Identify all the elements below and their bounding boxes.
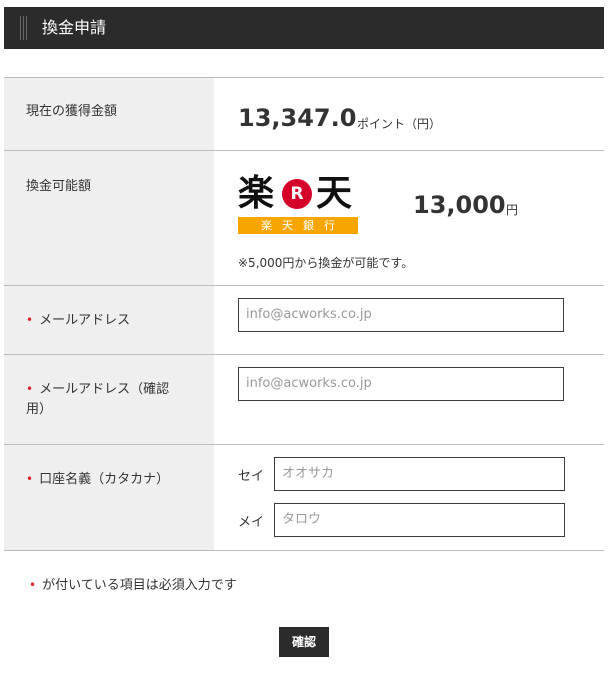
exchange-unit: 円 xyxy=(506,203,519,217)
exchange-row: 換金可能額 楽 R 天 楽天銀行 13,000 円 ※5,000円から換金が可能… xyxy=(4,151,604,286)
exchange-label-cell: 換金可能額 xyxy=(4,151,214,285)
account-name-value-cell: セイ オオサカ メイ タロウ xyxy=(214,445,604,550)
email-confirm-value-cell: info@acworks.co.jp xyxy=(214,355,604,444)
balance-label-cell: 現在の獲得金額 xyxy=(4,78,214,150)
page-title: 換金申請 xyxy=(42,18,107,37)
exchange-amount: 13,000 xyxy=(413,191,506,219)
sei-input[interactable]: オオサカ xyxy=(274,457,565,491)
exchange-value-cell: 楽 R 天 楽天銀行 13,000 円 ※5,000円から換金が可能です。 xyxy=(214,151,604,285)
balance-value-cell: 13,347.0 ポイント（円） xyxy=(214,78,604,150)
account-name-row: • 口座名義（カタカナ） セイ オオサカ メイ タロウ xyxy=(4,445,604,551)
exchange-form: 現在の獲得金額 13,347.0 ポイント（円） 換金可能額 楽 R 天 楽天銀… xyxy=(4,77,604,551)
account-name-label: • 口座名義（カタカナ） xyxy=(26,472,170,487)
mei-input[interactable]: タロウ xyxy=(274,503,565,537)
email-label-cell: • メールアドレス xyxy=(4,286,214,354)
email-confirm-row: • メールアドレス（確認 用） info@acworks.co.jp xyxy=(4,355,604,445)
email-confirm-input[interactable]: info@acworks.co.jp xyxy=(238,367,564,401)
bank-logo-char-2: 天 xyxy=(316,172,353,214)
confirm-button[interactable]: 確認 xyxy=(279,627,329,657)
bank-logo-subtitle: 楽天銀行 xyxy=(238,217,358,234)
grip-icon xyxy=(20,16,28,40)
balance-unit: ポイント（円） xyxy=(357,117,442,131)
email-value-cell: info@acworks.co.jp xyxy=(214,286,604,354)
email-confirm-label-cell: • メールアドレス（確認 用） xyxy=(4,355,214,444)
balance-row: 現在の獲得金額 13,347.0 ポイント（円） xyxy=(4,78,604,151)
balance-label: 現在の獲得金額 xyxy=(26,104,118,119)
bank-logo-r-mark: R xyxy=(282,179,312,209)
required-dot: • xyxy=(26,382,34,396)
exchange-note: ※5,000円から換金が可能です。 xyxy=(238,256,414,270)
required-dot: • xyxy=(26,472,34,486)
mei-label: メイ xyxy=(238,515,265,530)
required-dot: • xyxy=(29,578,37,592)
email-label: • メールアドレス xyxy=(26,313,131,328)
exchange-label: 換金可能額 xyxy=(26,179,92,194)
balance-amount: 13,347.0 xyxy=(238,104,357,132)
email-confirm-label: • メールアドレス（確認 用） xyxy=(26,382,170,417)
email-row: • メールアドレス info@acworks.co.jp xyxy=(4,286,604,355)
sei-label: セイ xyxy=(238,469,265,484)
required-dot: • xyxy=(26,313,34,327)
email-input[interactable]: info@acworks.co.jp xyxy=(238,298,564,332)
account-name-label-cell: • 口座名義（カタカナ） xyxy=(4,445,214,550)
rakuten-bank-logo: 楽 R 天 楽天銀行 xyxy=(238,172,358,235)
required-note: • が付いている項目は必須入力です xyxy=(29,578,237,593)
bank-logo-char-1: 楽 xyxy=(238,172,275,214)
page-header: 換金申請 xyxy=(4,7,604,49)
